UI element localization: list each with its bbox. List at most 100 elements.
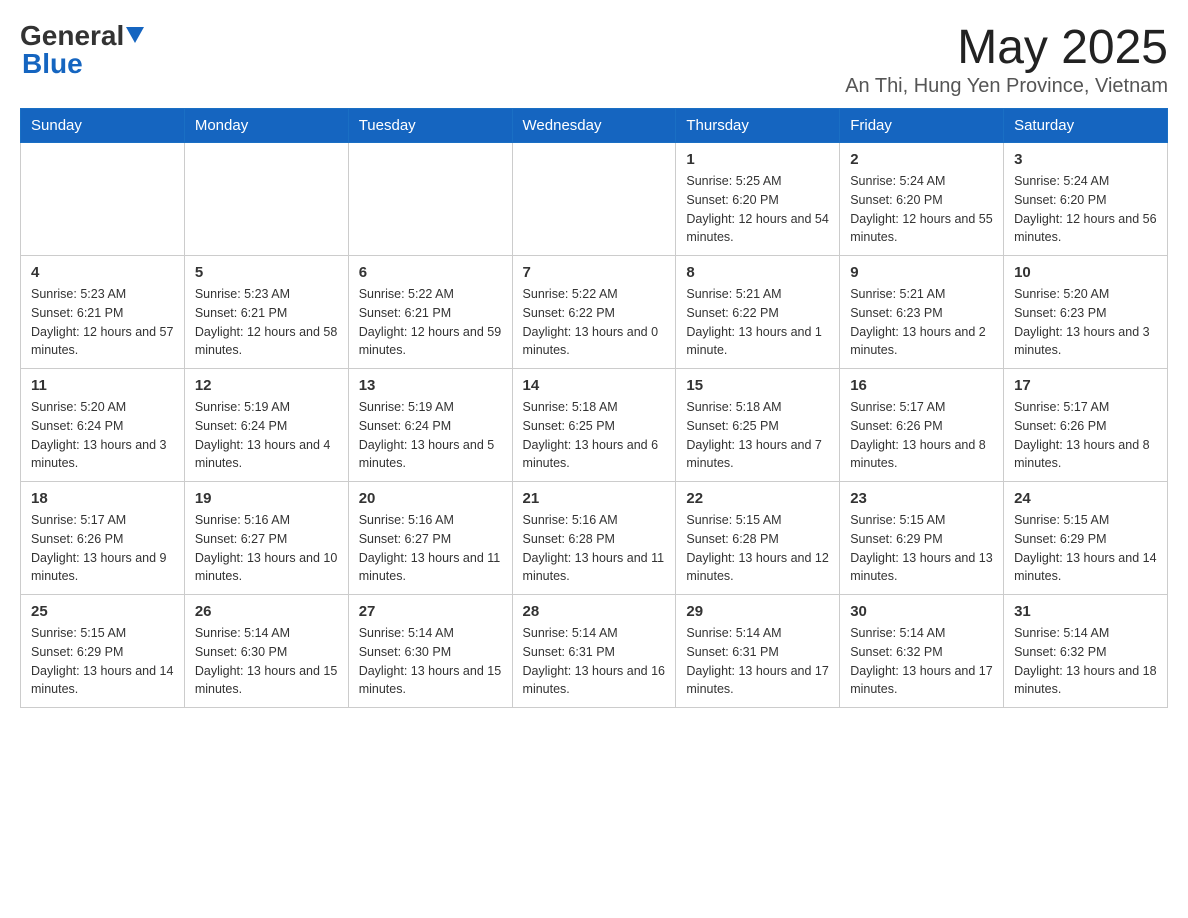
day-cell: 11 Sunrise: 5:20 AMSunset: 6:24 PMDayligh…: [21, 369, 185, 482]
header-row: SundayMondayTuesdayWednesdayThursdayFrid…: [21, 109, 1168, 143]
day-number: 11: [31, 377, 174, 394]
day-number: 22: [686, 490, 829, 507]
day-info: Sunrise: 5:18 AMSunset: 6:25 PMDaylight:…: [686, 398, 829, 473]
subtitle: An Thi, Hung Yen Province, Vietnam: [845, 75, 1168, 98]
day-number: 1: [686, 151, 829, 168]
day-info: Sunrise: 5:18 AMSunset: 6:25 PMDaylight:…: [523, 398, 666, 473]
day-number: 30: [850, 603, 993, 620]
day-cell: 7 Sunrise: 5:22 AMSunset: 6:22 PMDaylight…: [512, 256, 676, 369]
day-cell: 27 Sunrise: 5:14 AMSunset: 6:30 PMDayligh…: [348, 595, 512, 708]
day-cell: 31Sunrise: 5:14 AMSunset: 6:32 PMDayligh…: [1004, 595, 1168, 708]
day-info: Sunrise: 5:23 AMSunset: 6:21 PMDaylight:…: [31, 285, 174, 360]
day-info: Sunrise: 5:15 AMSunset: 6:29 PMDaylight:…: [1014, 511, 1157, 586]
day-info: Sunrise: 5:16 AMSunset: 6:27 PMDaylight:…: [195, 511, 338, 586]
day-number: 3: [1014, 151, 1157, 168]
day-number: 4: [31, 264, 174, 281]
day-number: 23: [850, 490, 993, 507]
day-cell: 9 Sunrise: 5:21 AMSunset: 6:23 PMDaylight…: [840, 256, 1004, 369]
day-number: 7: [523, 264, 666, 281]
day-info: Sunrise: 5:25 AMSunset: 6:20 PMDaylight:…: [686, 172, 829, 247]
day-info: Sunrise: 5:19 AMSunset: 6:24 PMDaylight:…: [195, 398, 338, 473]
day-cell: 13 Sunrise: 5:19 AMSunset: 6:24 PMDayligh…: [348, 369, 512, 482]
day-info: Sunrise: 5:20 AMSunset: 6:23 PMDaylight:…: [1014, 285, 1157, 360]
day-number: 25: [31, 603, 174, 620]
day-info: Sunrise: 5:17 AMSunset: 6:26 PMDaylight:…: [31, 511, 174, 586]
day-info: Sunrise: 5:14 AMSunset: 6:30 PMDaylight:…: [359, 624, 502, 699]
week-row-3: 11 Sunrise: 5:20 AMSunset: 6:24 PMDayligh…: [21, 369, 1168, 482]
day-cell: 26 Sunrise: 5:14 AMSunset: 6:30 PMDayligh…: [184, 595, 348, 708]
day-info: Sunrise: 5:14 AMSunset: 6:30 PMDaylight:…: [195, 624, 338, 699]
header-sunday: Sunday: [21, 109, 185, 143]
day-cell: 1 Sunrise: 5:25 AMSunset: 6:20 PMDaylight…: [676, 143, 840, 256]
day-number: 27: [359, 603, 502, 620]
header-tuesday: Tuesday: [348, 109, 512, 143]
page-header: General Blue May 2025 An Thi, Hung Yen P…: [20, 20, 1168, 98]
header-monday: Monday: [184, 109, 348, 143]
day-cell: 25 Sunrise: 5:15 AMSunset: 6:29 PMDayligh…: [21, 595, 185, 708]
calendar-header: SundayMondayTuesdayWednesdayThursdayFrid…: [21, 109, 1168, 143]
day-cell: 14 Sunrise: 5:18 AMSunset: 6:25 PMDayligh…: [512, 369, 676, 482]
logo-blue: Blue: [22, 48, 83, 80]
day-info: Sunrise: 5:15 AMSunset: 6:28 PMDaylight:…: [686, 511, 829, 586]
day-number: 31: [1014, 603, 1157, 620]
day-cell: 10Sunrise: 5:20 AMSunset: 6:23 PMDayligh…: [1004, 256, 1168, 369]
day-number: 29: [686, 603, 829, 620]
day-info: Sunrise: 5:22 AMSunset: 6:22 PMDaylight:…: [523, 285, 666, 360]
day-number: 21: [523, 490, 666, 507]
day-number: 16: [850, 377, 993, 394]
day-number: 5: [195, 264, 338, 281]
day-info: Sunrise: 5:20 AMSunset: 6:24 PMDaylight:…: [31, 398, 174, 473]
day-number: 28: [523, 603, 666, 620]
main-title: May 2025: [845, 20, 1168, 75]
day-info: Sunrise: 5:14 AMSunset: 6:32 PMDaylight:…: [850, 624, 993, 699]
week-row-2: 4 Sunrise: 5:23 AMSunset: 6:21 PMDaylight…: [21, 256, 1168, 369]
day-cell: 23 Sunrise: 5:15 AMSunset: 6:29 PMDayligh…: [840, 482, 1004, 595]
day-info: Sunrise: 5:16 AMSunset: 6:28 PMDaylight:…: [523, 511, 666, 586]
day-info: Sunrise: 5:15 AMSunset: 6:29 PMDaylight:…: [850, 511, 993, 586]
day-cell: 4 Sunrise: 5:23 AMSunset: 6:21 PMDaylight…: [21, 256, 185, 369]
day-cell: 22 Sunrise: 5:15 AMSunset: 6:28 PMDayligh…: [676, 482, 840, 595]
day-info: Sunrise: 5:21 AMSunset: 6:23 PMDaylight:…: [850, 285, 993, 360]
day-number: 20: [359, 490, 502, 507]
header-saturday: Saturday: [1004, 109, 1168, 143]
day-cell: [184, 143, 348, 256]
day-cell: [21, 143, 185, 256]
day-number: 2: [850, 151, 993, 168]
day-cell: 2 Sunrise: 5:24 AMSunset: 6:20 PMDaylight…: [840, 143, 1004, 256]
logo-arrow-icon: [126, 27, 144, 48]
day-number: 24: [1014, 490, 1157, 507]
day-number: 12: [195, 377, 338, 394]
day-number: 17: [1014, 377, 1157, 394]
day-info: Sunrise: 5:15 AMSunset: 6:29 PMDaylight:…: [31, 624, 174, 699]
day-info: Sunrise: 5:17 AMSunset: 6:26 PMDaylight:…: [850, 398, 993, 473]
day-number: 26: [195, 603, 338, 620]
day-info: Sunrise: 5:24 AMSunset: 6:20 PMDaylight:…: [1014, 172, 1157, 247]
week-row-1: 1 Sunrise: 5:25 AMSunset: 6:20 PMDaylight…: [21, 143, 1168, 256]
day-cell: 19Sunrise: 5:16 AMSunset: 6:27 PMDayligh…: [184, 482, 348, 595]
header-thursday: Thursday: [676, 109, 840, 143]
day-cell: 20 Sunrise: 5:16 AMSunset: 6:27 PMDayligh…: [348, 482, 512, 595]
day-number: 14: [523, 377, 666, 394]
day-cell: 24 Sunrise: 5:15 AMSunset: 6:29 PMDayligh…: [1004, 482, 1168, 595]
day-cell: [512, 143, 676, 256]
header-friday: Friday: [840, 109, 1004, 143]
day-cell: 18 Sunrise: 5:17 AMSunset: 6:26 PMDayligh…: [21, 482, 185, 595]
day-info: Sunrise: 5:16 AMSunset: 6:27 PMDaylight:…: [359, 511, 502, 586]
day-cell: 3 Sunrise: 5:24 AMSunset: 6:20 PMDaylight…: [1004, 143, 1168, 256]
day-info: Sunrise: 5:24 AMSunset: 6:20 PMDaylight:…: [850, 172, 993, 247]
week-row-4: 18 Sunrise: 5:17 AMSunset: 6:26 PMDayligh…: [21, 482, 1168, 595]
header-wednesday: Wednesday: [512, 109, 676, 143]
day-cell: 29Sunrise: 5:14 AMSunset: 6:31 PMDayligh…: [676, 595, 840, 708]
day-info: Sunrise: 5:22 AMSunset: 6:21 PMDaylight:…: [359, 285, 502, 360]
day-cell: [348, 143, 512, 256]
day-number: 9: [850, 264, 993, 281]
day-info: Sunrise: 5:14 AMSunset: 6:31 PMDaylight:…: [523, 624, 666, 699]
calendar-body: 1 Sunrise: 5:25 AMSunset: 6:20 PMDaylight…: [21, 143, 1168, 708]
day-number: 18: [31, 490, 174, 507]
calendar-table: SundayMondayTuesdayWednesdayThursdayFrid…: [20, 108, 1168, 708]
day-number: 8: [686, 264, 829, 281]
day-number: 13: [359, 377, 502, 394]
day-info: Sunrise: 5:19 AMSunset: 6:24 PMDaylight:…: [359, 398, 502, 473]
day-cell: 16 Sunrise: 5:17 AMSunset: 6:26 PMDayligh…: [840, 369, 1004, 482]
day-cell: 30 Sunrise: 5:14 AMSunset: 6:32 PMDayligh…: [840, 595, 1004, 708]
